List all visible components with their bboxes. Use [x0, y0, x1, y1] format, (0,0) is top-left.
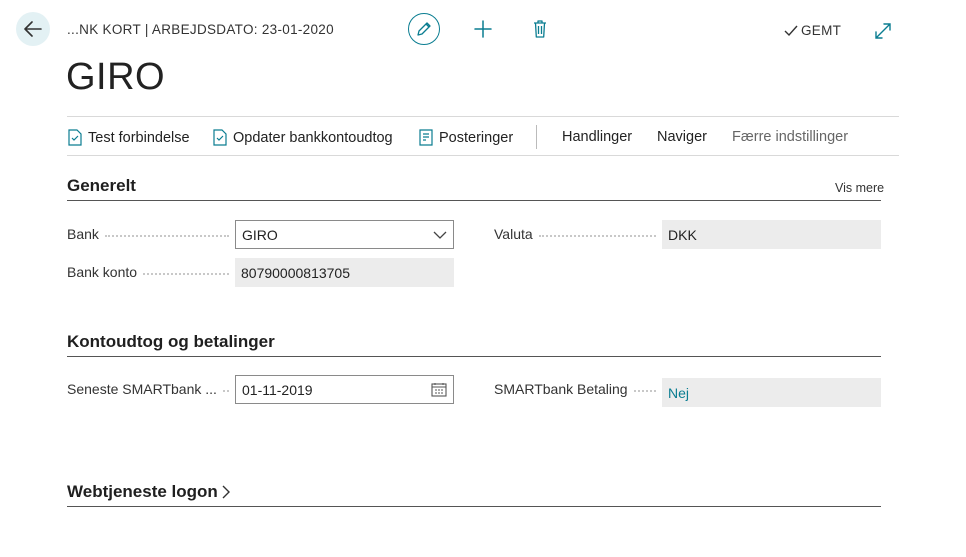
section-divider-webservice [67, 506, 881, 507]
action-separator [536, 125, 537, 149]
bank-account-field: 80790000813705 [235, 258, 454, 287]
pencil-icon [417, 22, 431, 36]
fewer-options-button[interactable]: Færre indstillinger [732, 129, 848, 145]
section-title-general[interactable]: Generelt [67, 176, 136, 196]
expand-button[interactable] [872, 20, 894, 42]
test-connection-action[interactable]: Test forbindelse [68, 129, 190, 146]
edit-button[interactable] [408, 13, 440, 45]
trash-icon [534, 20, 546, 38]
document-edit-icon [68, 129, 82, 146]
actionbar-divider-bottom [67, 155, 899, 156]
add-button[interactable] [470, 16, 496, 42]
latest-statement-label: Seneste SMARTbank ... [67, 381, 235, 397]
chevron-down-icon [433, 231, 447, 239]
plus-icon [474, 20, 492, 38]
section-title-webservice[interactable]: Webtjeneste logon [67, 482, 231, 502]
bank-account-label: Bank konto [67, 264, 235, 280]
valuta-label: Valuta [494, 226, 662, 242]
update-statement-action[interactable]: Opdater bankkontoudtog [213, 129, 393, 146]
arrow-left-icon [24, 21, 42, 37]
section-divider-statements [67, 356, 881, 357]
bank-select[interactable]: GIRO [235, 220, 454, 249]
calendar-icon[interactable] [431, 382, 447, 397]
page-title: GIRO [66, 56, 166, 98]
document-edit-icon [213, 129, 227, 146]
checkmark-icon [784, 25, 798, 36]
chevron-right-icon [222, 485, 230, 499]
bank-label: Bank [67, 226, 235, 242]
smartbank-payment-field[interactable]: Nej [662, 378, 881, 407]
show-more-link[interactable]: Vis mere [835, 181, 884, 195]
valuta-field: DKK [662, 220, 881, 249]
naviger-menu[interactable]: Naviger [657, 129, 707, 145]
ledger-icon [419, 129, 433, 146]
smartbank-payment-label: SMARTbank Betaling [494, 381, 662, 397]
section-divider-general [67, 200, 881, 201]
delete-button[interactable] [528, 16, 552, 42]
saved-label: GEMT [801, 23, 842, 38]
latest-statement-date-input[interactable]: 01-11-2019 [235, 375, 454, 404]
breadcrumb: ...NK KORT | ARBEJDSDATO: 23-01-2020 [67, 22, 334, 37]
actionbar-divider-top [67, 116, 899, 117]
back-button[interactable] [16, 12, 50, 46]
handlinger-menu[interactable]: Handlinger [562, 129, 632, 145]
entries-action[interactable]: Posteringer [419, 129, 513, 146]
saved-status: GEMT [784, 23, 841, 38]
expand-icon [875, 23, 891, 39]
section-title-statements[interactable]: Kontoudtog og betalinger [67, 332, 275, 352]
